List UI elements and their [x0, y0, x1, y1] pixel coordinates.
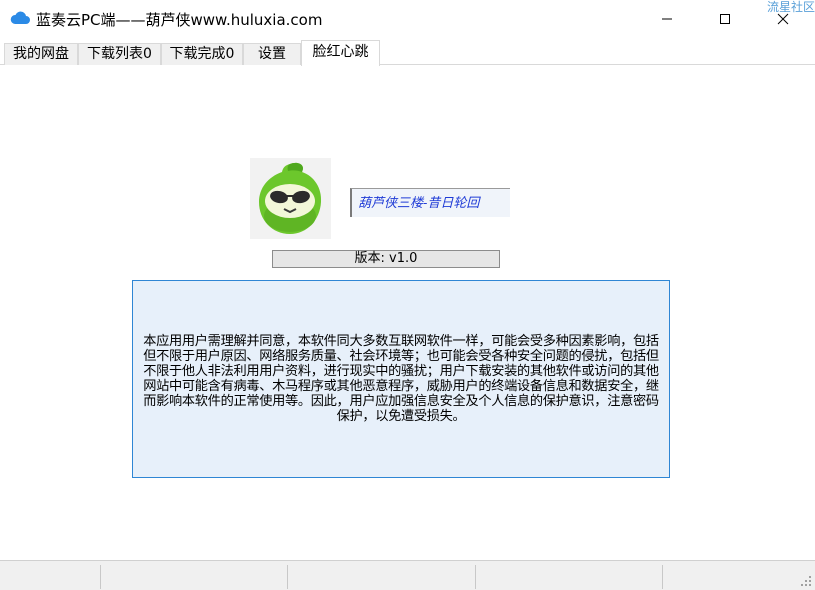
huluxia-mascot-icon — [259, 162, 322, 234]
status-bar — [0, 560, 815, 590]
status-divider — [100, 565, 101, 589]
minimize-button[interactable] — [644, 0, 689, 38]
minimize-icon — [661, 18, 672, 20]
resize-grip-icon[interactable] — [799, 574, 813, 588]
disclaimer-text: 本应用用户需理解并同意，本软件同大多数互联网软件一样，可能会受多种因素影响，包括… — [143, 334, 659, 424]
tab-settings[interactable]: 设置 — [243, 43, 301, 65]
window-title: 蓝奏云PC端——葫芦侠www.huluxia.com — [36, 11, 323, 29]
maximize-button[interactable] — [702, 0, 747, 38]
status-divider — [287, 565, 288, 589]
cloud-icon — [10, 11, 30, 24]
app-logo — [250, 158, 331, 239]
status-divider — [662, 565, 663, 589]
version-label: 版本: v1.0 — [272, 250, 500, 268]
tab-download-complete[interactable]: 下载完成0 — [161, 43, 243, 65]
maximize-icon — [719, 14, 730, 24]
tab-my-drive[interactable]: 我的网盘 — [4, 43, 78, 65]
tab-about[interactable]: 脸红心跳 — [301, 40, 380, 66]
watermark-text: 流星社区 — [766, 0, 815, 14]
signature-field: 葫芦侠三楼-昔日轮回 — [350, 188, 510, 217]
disclaimer-box: 本应用用户需理解并同意，本软件同大多数互联网软件一样，可能会受多种因素影响，包括… — [132, 280, 670, 478]
tab-strip: 我的网盘 下载列表0 下载完成0 设置 脸红心跳 — [0, 40, 815, 66]
author-signature: 葫芦侠三楼-昔日轮回 — [358, 196, 480, 211]
status-divider — [475, 565, 476, 589]
tab-download-list[interactable]: 下载列表0 — [78, 43, 161, 65]
title-bar: 蓝奏云PC端——葫芦侠www.huluxia.com 流星社区 — [0, 0, 815, 40]
